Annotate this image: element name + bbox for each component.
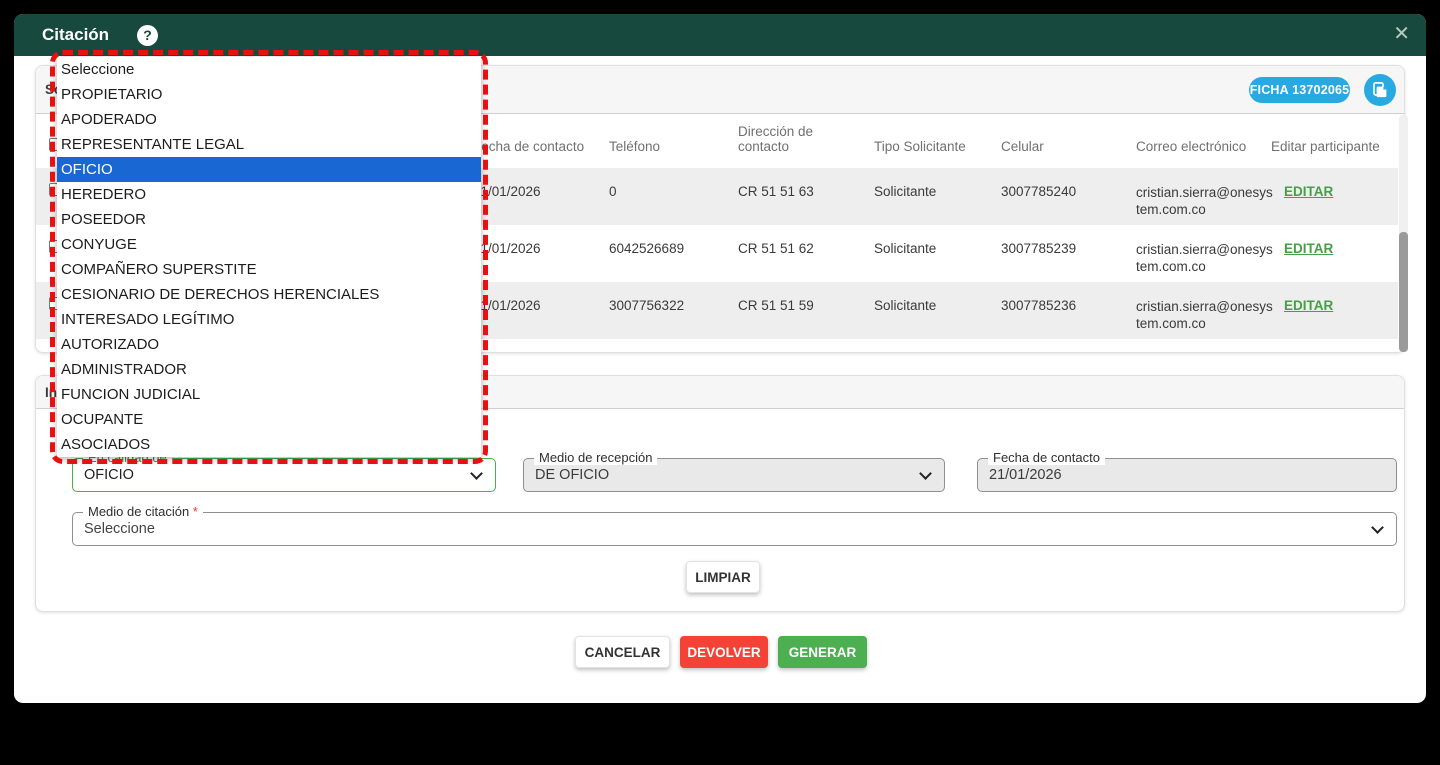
- dropdown-option[interactable]: POSEEDOR: [57, 207, 481, 232]
- medio-citacion-value: Seleccione: [84, 521, 155, 537]
- dropdown-option[interactable]: CONYUGE: [57, 232, 481, 257]
- cell-fecha: 21/01/2026: [473, 298, 541, 313]
- dropdown-option[interactable]: FUNCION JUDICIAL: [57, 382, 481, 407]
- cell-direccion: CR 51 51 62: [738, 241, 814, 256]
- dropdown-option[interactable]: PROPIETARIO: [57, 82, 481, 107]
- screen-background: Citación ? ✕ So FICHA 13702065 Fecha d: [0, 0, 1440, 765]
- col-telefono: Teléfono: [609, 139, 660, 154]
- en-calidad-dropdown-list[interactable]: SeleccionePROPIETARIOAPODERADOREPRESENTA…: [57, 57, 481, 457]
- cell-direccion: CR 51 51 63: [738, 184, 814, 199]
- copy-icon: [1371, 81, 1389, 99]
- cell-correo: cristian.sierra@onesystem.com.co: [1136, 241, 1276, 275]
- required-asterisk: *: [193, 504, 198, 519]
- cell-celular: 3007785236: [1001, 298, 1076, 313]
- cell-fecha: 21/01/2026: [473, 241, 541, 256]
- cell-correo: cristian.sierra@onesystem.com.co: [1136, 298, 1276, 332]
- dropdown-option[interactable]: COMPAÑERO SUPERSTITE: [57, 257, 481, 282]
- fecha-contacto-value: 21/01/2026: [989, 467, 1062, 483]
- dropdown-option[interactable]: APODERADO: [57, 107, 481, 132]
- close-icon[interactable]: ✕: [1393, 23, 1410, 45]
- devolver-button[interactable]: DEVOLVER: [680, 636, 768, 668]
- limpiar-button[interactable]: LIMPIAR: [686, 561, 760, 593]
- dropdown-option[interactable]: OCUPANTE: [57, 407, 481, 432]
- fecha-contacto-input[interactable]: Fecha de contacto 21/01/2026: [977, 458, 1397, 492]
- fecha-contacto-label: Fecha de contacto: [988, 450, 1105, 465]
- scrollbar-thumb[interactable]: [1399, 232, 1408, 352]
- dropdown-option[interactable]: HEREDERO: [57, 182, 481, 207]
- chevron-down-icon: [919, 467, 932, 480]
- cell-telefono: 3007756322: [609, 298, 684, 313]
- table-scrollbar[interactable]: [1399, 115, 1408, 352]
- editar-link[interactable]: EDITAR: [1284, 298, 1333, 313]
- citacion-modal: Citación ? ✕ So FICHA 13702065 Fecha d: [14, 14, 1426, 703]
- dropdown-option[interactable]: REPRESENTANTE LEGAL: [57, 132, 481, 157]
- cell-celular: 3007785239: [1001, 241, 1076, 256]
- dropdown-option[interactable]: AUTORIZADO: [57, 332, 481, 357]
- generar-button[interactable]: GENERAR: [778, 636, 867, 668]
- cancelar-button[interactable]: CANCELAR: [575, 636, 670, 668]
- medio-citacion-label: Medio de citación *: [83, 504, 203, 519]
- cell-correo: cristian.sierra@onesystem.com.co: [1136, 184, 1276, 218]
- modal-title: Citación: [42, 25, 109, 45]
- col-correo: Correo electrónico: [1136, 139, 1246, 154]
- col-editar: Editar participante: [1271, 139, 1380, 154]
- dropdown-option[interactable]: ADMINISTRADOR: [57, 357, 481, 382]
- cell-direccion: CR 51 51 59: [738, 298, 814, 313]
- cell-fecha: 21/01/2026: [473, 184, 541, 199]
- col-fecha: Fecha de contacto: [473, 139, 584, 154]
- chevron-down-icon: [1371, 521, 1384, 534]
- editar-link[interactable]: EDITAR: [1284, 241, 1333, 256]
- cell-tipo: Solicitante: [874, 241, 936, 256]
- col-direccion: Dirección de contacto: [738, 124, 838, 154]
- medio-recepcion-value: DE OFICIO: [535, 467, 609, 483]
- dropdown-option[interactable]: ASOCIADOS: [57, 432, 481, 457]
- dropdown-option[interactable]: INTERESADO LEGÍTIMO: [57, 307, 481, 332]
- medio-recepcion-select[interactable]: Medio de recepción DE OFICIO: [523, 458, 945, 492]
- medio-recepcion-label: Medio de recepción: [534, 450, 657, 465]
- copy-button[interactable]: [1364, 74, 1396, 106]
- dropdown-option[interactable]: CESIONARIO DE DERECHOS HERENCIALES: [57, 282, 481, 307]
- dropdown-option[interactable]: Seleccione: [57, 57, 481, 82]
- cell-tipo: Solicitante: [874, 184, 936, 199]
- help-icon[interactable]: ?: [137, 25, 158, 46]
- dropdown-option[interactable]: OFICIO: [57, 157, 481, 182]
- col-tipo: Tipo Solicitante: [874, 139, 966, 154]
- medio-citacion-select[interactable]: Medio de citación * Seleccione: [72, 512, 1397, 546]
- chevron-down-icon: [470, 467, 483, 480]
- col-celular: Celular: [1001, 139, 1044, 154]
- en-calidad-value: OFICIO: [84, 467, 134, 483]
- ficha-badge: FICHA 13702065: [1249, 77, 1350, 103]
- cell-tipo: Solicitante: [874, 298, 936, 313]
- editar-link[interactable]: EDITAR: [1284, 184, 1333, 199]
- cell-telefono: 0: [609, 184, 617, 199]
- modal-header: Citación ? ✕: [14, 14, 1426, 56]
- cell-celular: 3007785240: [1001, 184, 1076, 199]
- en-calidad-select[interactable]: En calidad de OFICIO: [72, 458, 496, 492]
- cell-telefono: 6042526689: [609, 241, 684, 256]
